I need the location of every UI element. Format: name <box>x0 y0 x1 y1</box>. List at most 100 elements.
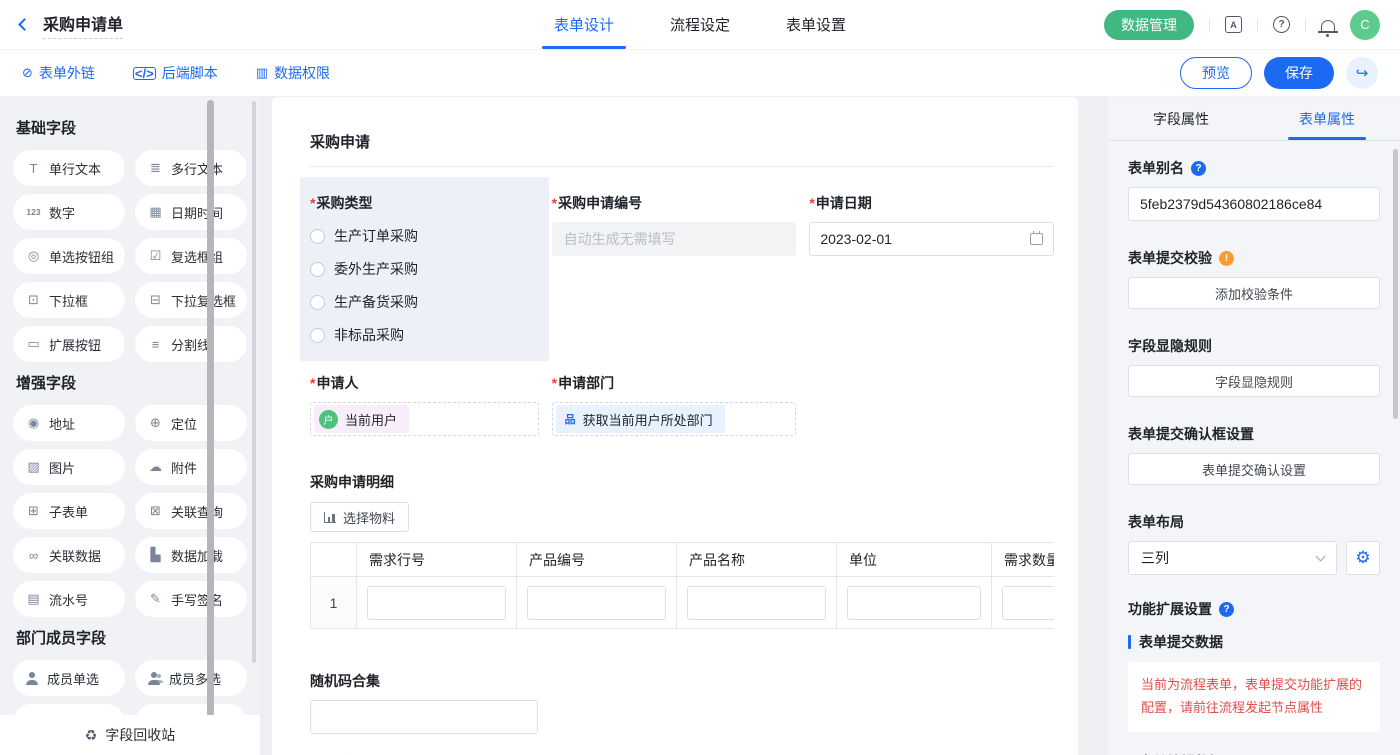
member-single-icon <box>25 672 40 685</box>
field-request-no[interactable]: *采购申请编号 自动生成无需填写 <box>552 193 797 256</box>
field-pill-select[interactable]: ⊡下拉框 <box>13 282 125 318</box>
user-avatar[interactable]: C <box>1350 10 1380 40</box>
field-recycle-bin[interactable]: ♻ 字段回收站 <box>0 715 260 755</box>
field-pill-checkbox-group[interactable]: ☑复选框组 <box>135 238 247 274</box>
cell-input[interactable] <box>687 586 826 620</box>
detail-table: 需求行号 产品编号 产品名称 单位 需求数量 1 <box>310 542 1054 629</box>
field-pill-member-multi[interactable]: 成员多选 <box>135 660 247 696</box>
sidebar-scrollbar[interactable] <box>252 101 256 663</box>
current-user-tag[interactable]: 户当前用户 <box>314 405 409 433</box>
current-dept-tag[interactable]: 品获取当前用户所处部门 <box>556 405 725 433</box>
field-pill-radio-group[interactable]: ◎单选按钮组 <box>13 238 125 274</box>
form-designer-app: 采购申请单 表单设计 流程设定 表单设置 数据管理 A ? C ⊘ 表单外链 <… <box>0 0 1400 755</box>
page-title[interactable]: 采购申请单 <box>43 11 123 39</box>
radio-icon[interactable] <box>310 229 325 244</box>
canvas-scrollbar[interactable] <box>207 100 214 740</box>
form-alias-input[interactable]: 5feb2379d54360802186ce84 <box>1128 187 1380 221</box>
submit-confirm-button[interactable]: 表单提交确认设置 <box>1128 453 1380 485</box>
radio-icon[interactable] <box>310 262 325 277</box>
tab-form-design[interactable]: 表单设计 <box>554 0 614 49</box>
field-pill-signature[interactable]: ✎手写签名 <box>135 581 247 617</box>
select-material-button[interactable]: 选择物料 <box>310 502 409 532</box>
layout-settings-button[interactable]: ⚙ <box>1346 541 1380 575</box>
radio-option[interactable]: 非标品采购 <box>310 325 539 345</box>
field-pill-multi-text[interactable]: ≣多行文本 <box>135 150 247 186</box>
gear-icon: ⚙ <box>1355 548 1370 568</box>
share-button[interactable]: ↪ <box>1346 57 1378 89</box>
field-pill-attachment[interactable]: ☁附件 <box>135 449 247 485</box>
field-pill-label: 地址 <box>49 414 75 433</box>
field-pill-data-load[interactable]: ▙数据加载 <box>135 537 247 573</box>
radio-option[interactable]: 生产备货采购 <box>310 292 539 312</box>
field-sidebar: 基础字段 T单行文本 ≣多行文本 123数字 ▦日期时间 ◎单选按钮组 ☑复选框… <box>0 97 260 755</box>
field-detail-subform[interactable]: 采购申请明细 选择物料 需求行号 产品编号 产品名称 单位 <box>310 472 1054 629</box>
radio-icon[interactable] <box>310 295 325 310</box>
field-random-code[interactable]: 随机码合集 <box>310 671 1054 734</box>
field-request-date[interactable]: *申请日期 2023-02-01 <box>809 193 1054 256</box>
field-pill-label: 多行文本 <box>171 159 223 178</box>
request-no-input[interactable]: 自动生成无需填写 <box>552 222 797 256</box>
field-pill-subform[interactable]: ⊞子表单 <box>13 493 125 529</box>
random-code-input[interactable] <box>310 700 538 734</box>
applicant-picker[interactable]: 户当前用户 <box>310 402 539 436</box>
radio-icon[interactable] <box>310 328 325 343</box>
datetime-icon: ▦ <box>147 204 164 220</box>
form-alias-label-row: 表单别名? <box>1128 158 1380 178</box>
field-pill-label: 下拉复选框 <box>171 291 236 310</box>
panel-scrollbar[interactable] <box>1393 149 1398 419</box>
data-manage-button[interactable]: 数据管理 <box>1104 10 1194 40</box>
field-purchase-type[interactable]: *采购类型 生产订单采购 委外生产采购 生产备货采购 非标品采购 <box>300 177 549 361</box>
tab-form-properties[interactable]: 表单属性 <box>1254 97 1400 140</box>
tab-flow-setting[interactable]: 流程设定 <box>670 0 730 49</box>
cell-input[interactable] <box>367 586 506 620</box>
back-icon[interactable] <box>18 18 31 31</box>
layout-select[interactable]: 三列 <box>1128 541 1337 575</box>
field-pill-datetime[interactable]: ▦日期时间 <box>135 194 247 230</box>
radio-option[interactable]: 委外生产采购 <box>310 259 539 279</box>
help-icon[interactable]: ? <box>1273 16 1290 33</box>
field-pill-image[interactable]: ▨ 图片 <box>13 449 125 485</box>
add-validation-button[interactable]: 添加校验条件 <box>1128 277 1380 309</box>
cell-input[interactable] <box>847 586 981 620</box>
field-pill-multi-select[interactable]: ⊟下拉复选框 <box>135 282 247 318</box>
visibility-rule-button[interactable]: 字段显隐规则 <box>1128 365 1380 397</box>
field-pill-extend-button[interactable]: ▭扩展按钮 <box>13 326 125 362</box>
contacts-icon[interactable]: A <box>1225 16 1242 33</box>
save-button[interactable]: 保存 <box>1264 57 1334 89</box>
external-link-button[interactable]: ⊘ 表单外链 <box>22 63 95 83</box>
department-picker[interactable]: 品获取当前用户所处部门 <box>552 402 797 436</box>
backend-script-button[interactable]: </> 后端脚本 <box>133 63 218 83</box>
help-circle-icon[interactable]: ? <box>1219 602 1234 617</box>
notification-bell-icon[interactable] <box>1321 20 1335 32</box>
visibility-rule-label: 字段显隐规则 <box>1128 336 1380 356</box>
help-circle-icon[interactable]: ? <box>1191 161 1206 176</box>
data-permission-button[interactable]: ▥ 数据权限 <box>256 63 330 83</box>
field-pill-address[interactable]: ◉地址 <box>13 405 125 441</box>
tab-form-setting[interactable]: 表单设置 <box>786 0 846 49</box>
preview-button[interactable]: 预览 <box>1180 57 1252 89</box>
cell-input[interactable] <box>1002 586 1054 620</box>
field-pill-label: 图片 <box>49 458 75 477</box>
calendar-icon[interactable] <box>1030 233 1043 245</box>
field-department[interactable]: *申请部门 品获取当前用户所处部门 <box>552 373 797 436</box>
field-pill-single-text[interactable]: T单行文本 <box>13 150 125 186</box>
field-pill-number[interactable]: 123数字 <box>13 194 125 230</box>
field-applicant[interactable]: *申请人 户当前用户 <box>310 373 539 436</box>
radio-option[interactable]: 生产订单采购 <box>310 226 539 246</box>
field-pill-linked-data[interactable]: ∞关联数据 <box>13 537 125 573</box>
request-date-input[interactable]: 2023-02-01 <box>809 222 1054 256</box>
field-pill-member-single[interactable]: 成员单选 <box>13 660 125 696</box>
submit-validation-label: 表单提交校验 <box>1128 248 1212 268</box>
image-icon: ▨ <box>25 459 42 475</box>
field-pill-location[interactable]: ⊕定位 <box>135 405 247 441</box>
user-icon: 户 <box>319 410 338 429</box>
field-pill-divider-line[interactable]: ≡分割线 <box>135 326 247 362</box>
field-pill-serial-number[interactable]: ▤流水号 <box>13 581 125 617</box>
flow-form-warning-message: 当前为流程表单，表单提交功能扩展的配置，请前往流程发起节点属性 <box>1128 662 1380 732</box>
field-pill-linked-query[interactable]: ⊠关联查询 <box>135 493 247 529</box>
tab-field-properties[interactable]: 字段属性 <box>1108 97 1254 140</box>
extend-button-icon: ▭ <box>25 336 42 352</box>
table-cell <box>992 577 1055 629</box>
cell-input[interactable] <box>527 586 666 620</box>
field-label: *采购类型 <box>310 193 539 213</box>
